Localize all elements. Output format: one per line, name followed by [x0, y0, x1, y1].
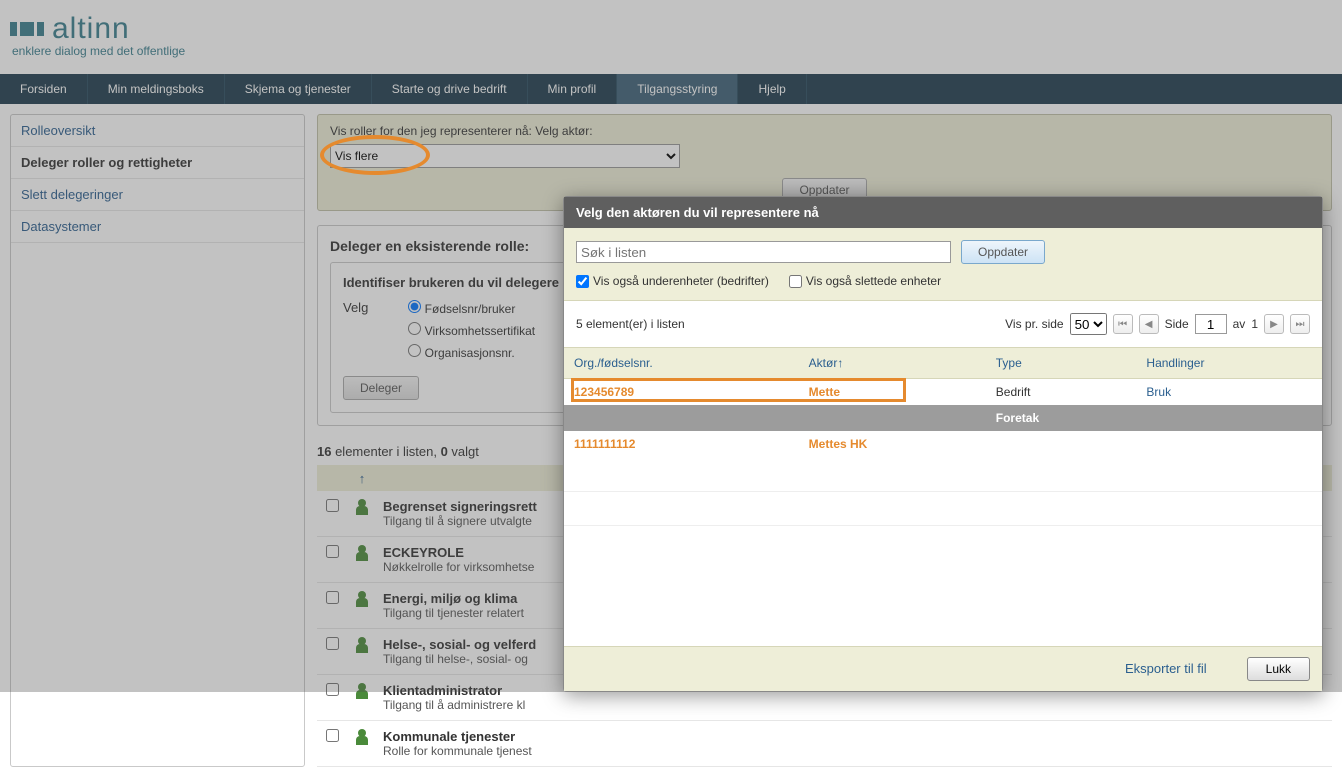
- close-button[interactable]: Lukk: [1247, 657, 1310, 681]
- next-page-icon[interactable]: ▶: [1264, 314, 1284, 334]
- dialog-search-input[interactable]: [576, 241, 951, 263]
- dialog-row[interactable]: 1111111112 Mettes HK: [564, 431, 1322, 457]
- pager: Vis pr. side 50 ⏮ ◀ Side av 1 ▶ ⏭: [1005, 313, 1310, 335]
- dialog-search-button[interactable]: Oppdater: [961, 240, 1045, 264]
- cell-action[interactable]: [1136, 431, 1322, 457]
- cb-underenheter[interactable]: Vis også underenheter (bedrifter): [576, 274, 769, 288]
- prev-page-icon[interactable]: ◀: [1139, 314, 1159, 334]
- dialog-row-blank: [564, 457, 1322, 491]
- cell-aktor: Mettes HK: [799, 431, 986, 457]
- export-link[interactable]: Eksporter til fil: [1125, 661, 1207, 676]
- col-org[interactable]: Org./fødselsnr.: [564, 348, 799, 379]
- dialog-title: Velg den aktøren du vil representere nå: [564, 197, 1322, 228]
- role-title: Kommunale tjenester: [383, 729, 1326, 744]
- dialog-count: 5 element(er) i listen: [576, 317, 685, 331]
- cell-org: 123456789: [564, 379, 799, 406]
- cell-action[interactable]: [1136, 405, 1322, 431]
- cell-type: Bedrift: [986, 379, 1137, 406]
- role-desc: Tilgang til å administrere kl: [383, 698, 1326, 712]
- role-desc: Rolle for kommunale tjenest: [383, 744, 1326, 758]
- row-checkbox[interactable]: [326, 729, 339, 742]
- last-page-icon[interactable]: ⏭: [1290, 314, 1310, 334]
- per-page-select[interactable]: 50: [1070, 313, 1107, 335]
- dialog-table: Org./fødselsnr. Aktør↑ Type Handlinger 1…: [564, 347, 1322, 526]
- cell-type: Foretak: [986, 405, 1137, 431]
- dialog-row[interactable]: 123456789 Mette Bedrift Bruk: [564, 379, 1322, 406]
- col-aktor[interactable]: Aktør↑: [799, 348, 986, 379]
- cell-aktor: Mette: [799, 379, 986, 406]
- cb-slettede[interactable]: Vis også slettede enheter: [789, 274, 941, 288]
- first-page-icon[interactable]: ⏮: [1113, 314, 1133, 334]
- cell-org: 1111111112: [564, 431, 799, 457]
- page-input[interactable]: [1195, 314, 1227, 334]
- dialog-row-blank: [564, 491, 1322, 525]
- actor-dialog: Velg den aktøren du vil representere nå …: [563, 196, 1323, 692]
- table-row[interactable]: Kommunale tjenester Rolle for kommunale …: [317, 721, 1332, 767]
- cell-type: [986, 431, 1137, 457]
- cell-org: [564, 405, 799, 431]
- person-icon: [355, 729, 369, 745]
- col-actions[interactable]: Handlinger: [1136, 348, 1322, 379]
- cell-action[interactable]: Bruk: [1136, 379, 1322, 406]
- dialog-row[interactable]: Foretak: [564, 405, 1322, 431]
- col-type[interactable]: Type: [986, 348, 1137, 379]
- cell-aktor: [799, 405, 986, 431]
